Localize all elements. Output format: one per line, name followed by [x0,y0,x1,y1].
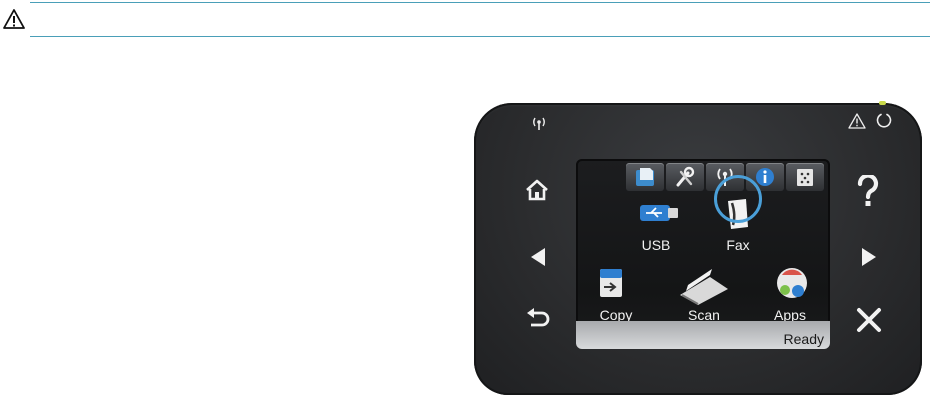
supplies-button[interactable] [786,163,824,191]
status-text: Ready [783,331,824,347]
fax-label: Fax [726,237,750,253]
warning-triangle-icon [3,9,25,29]
fax-selection-ring [714,175,762,223]
apps-icon [752,265,828,305]
caution-rule-top [30,2,930,3]
cancel-button[interactable] [856,307,882,333]
question-mark-icon [857,175,879,206]
printer-control-panel: USB Fax Copy Scan Apps Ready [474,101,922,395]
help-button[interactable] [857,175,879,207]
back-arrow-button[interactable] [529,247,547,267]
power-icon[interactable] [875,111,893,129]
usb-icon [618,195,694,235]
home-icon [526,179,548,201]
status-bar: Ready [576,321,830,349]
setup-icon [636,168,654,186]
return-icon [527,308,550,327]
wireless-icon [530,115,548,131]
close-icon [857,308,881,332]
home-button[interactable] [525,178,549,202]
setup-button[interactable] [626,163,664,191]
service-button[interactable] [666,163,704,191]
caution-rule-bottom [30,36,930,37]
wrench-icon [676,166,695,187]
touchscreen: USB Fax Copy Scan Apps Ready [576,159,830,349]
status-led [879,101,886,105]
return-button[interactable] [525,308,551,330]
usb-app-button[interactable]: USB [618,195,694,253]
left-arrow-icon [531,248,545,266]
right-arrow-icon [862,248,876,266]
forward-arrow-button[interactable] [860,247,878,267]
copy-app-button[interactable]: Copy [578,265,654,323]
usb-label: USB [641,237,671,253]
scan-app-button[interactable]: Scan [666,265,742,323]
copy-icon [578,265,654,305]
scan-icon [666,265,742,305]
attention-icon [848,113,866,129]
supplies-icon [797,169,813,186]
caution-header [0,0,936,40]
apps-app-button[interactable]: Apps [752,265,828,323]
